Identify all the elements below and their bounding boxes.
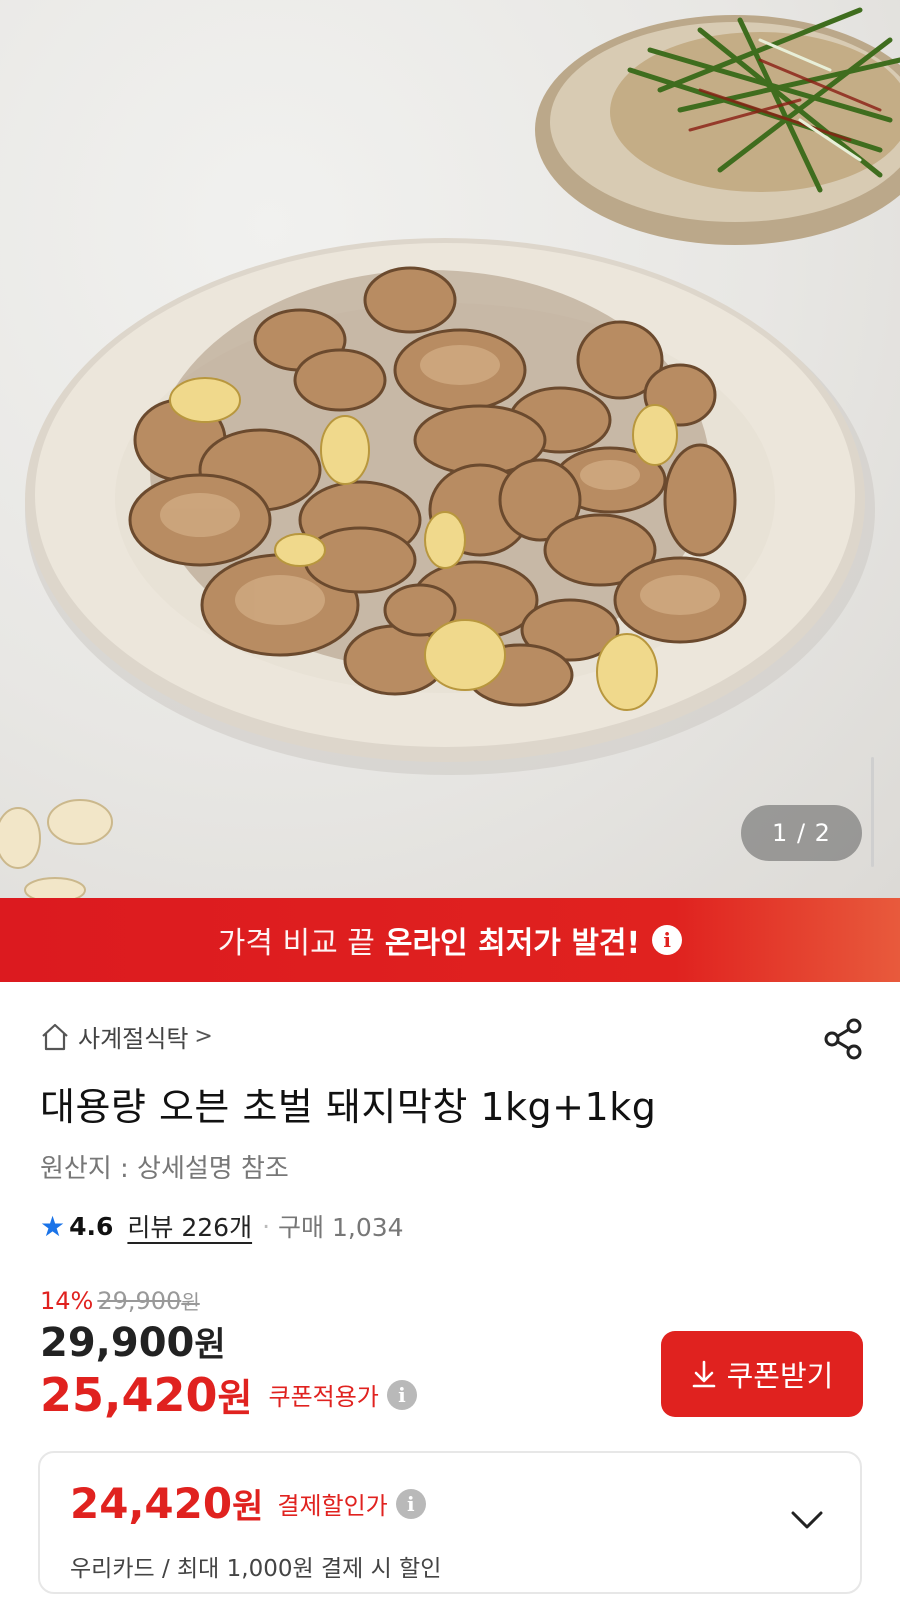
discount-row: 14% 29,900원 [40,1286,200,1315]
payment-price-label: 결제할인가 [277,1492,388,1520]
get-coupon-label: 쿠폰받기 [726,1359,834,1393]
image-scroll-indicator [871,757,874,867]
product-origin: 원산지 : 상세설명 참조 [40,1154,289,1184]
payment-price-unit: 원 [232,1487,264,1527]
separator-dot: · [262,1211,271,1241]
coupon-price-label: 쿠폰적용가 [268,1383,379,1411]
coupon-price: 25,420원 [40,1367,252,1422]
image-pager: 1 / 2 [741,805,862,861]
original-price-value: 29,900 [97,1287,182,1315]
sale-price: 29,900원 [40,1317,226,1366]
product-image-carousel[interactable]: 1 / 2 [0,0,900,898]
lowest-price-banner[interactable]: 가격 비교 끝 온라인 최저가 발견! i [0,898,900,982]
original-price: 29,900원 [97,1286,199,1315]
payment-price-row: 24,420원 결제할인가 i [70,1479,426,1528]
product-photo [0,7,900,898]
star-icon: ★ [40,1209,66,1243]
payment-price-value: 24,420 [70,1479,233,1528]
reviews-link[interactable]: 리뷰 226개 [127,1208,252,1244]
info-icon[interactable]: i [386,1379,417,1410]
original-price-unit: 원 [181,1290,200,1314]
seller-breadcrumb[interactable]: 사계절식탁 > [40,1019,213,1054]
coupon-price-value: 25,420 [40,1368,218,1422]
download-icon [692,1360,715,1388]
coupon-price-row: 25,420원 쿠폰적용가 i [40,1367,417,1422]
chevron-down-icon[interactable] [790,1509,824,1531]
home-icon [42,1023,68,1050]
info-icon[interactable]: i [395,1488,426,1519]
discount-rate: 14% [40,1287,94,1315]
coupon-price-unit: 원 [217,1376,253,1420]
purchase-count: 구매 1,034 [278,1213,404,1242]
promo-highlight: 온라인 최저가 발견! [384,926,641,961]
sale-price-value: 29,900 [40,1320,195,1366]
chevron-right-icon: > [194,1024,213,1049]
rating-row: ★ 4.6 리뷰 226개 · 구매 1,034 [40,1208,404,1244]
product-title: 대용량 오븐 초벌 돼지막창 1kg+1kg [40,1085,657,1129]
payment-discount-card[interactable]: 24,420원 결제할인가 i 우리카드 / 최대 1,000원 결제 시 할인 [38,1451,862,1594]
share-icon[interactable] [822,1017,864,1061]
seller-name: 사계절식탁 [78,1025,189,1053]
get-coupon-button[interactable]: 쿠폰받기 [661,1331,863,1417]
rating-score: 4.6 [69,1211,114,1241]
info-icon[interactable]: i [652,925,683,955]
promo-text: 가격 비교 끝 [217,926,375,961]
sale-price-unit: 원 [194,1325,226,1365]
payment-price: 24,420원 [70,1479,263,1528]
payment-discount-detail: 우리카드 / 최대 1,000원 결제 시 할인 [70,1556,442,1582]
